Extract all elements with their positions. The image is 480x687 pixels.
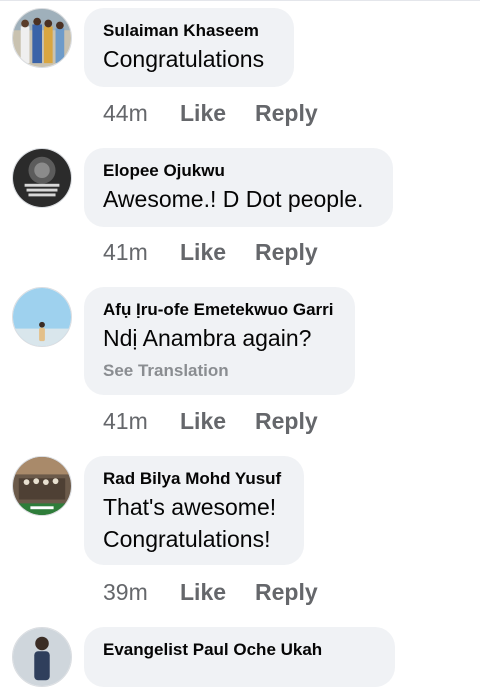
comment-timestamp[interactable]: 39m — [103, 577, 148, 607]
comment-bubble: Sulaiman Khaseem Congratulations — [84, 8, 294, 87]
avatar-person-icon — [13, 628, 71, 686]
avatar[interactable] — [12, 627, 72, 687]
avatar-ceremony-icon — [13, 457, 71, 515]
reply-button[interactable]: Reply — [255, 237, 318, 267]
comment-bubble: Elopee Ojukwu Awesome.! D Dot people. — [84, 148, 393, 227]
comment-author[interactable]: Evangelist Paul Oche Ukah — [103, 640, 375, 660]
see-translation-link[interactable]: See Translation — [103, 360, 335, 382]
comment-bubble: Evangelist Paul Oche Ukah — [84, 627, 395, 687]
comment-bubble: Afụ Ịru-ofe Emetekwuo Garri Ndị Anambra … — [84, 287, 355, 395]
avatar-sky-person-icon — [13, 288, 71, 346]
comment-timestamp[interactable]: 41m — [103, 237, 148, 267]
avatar-photo-group-icon — [13, 9, 71, 67]
avatar[interactable] — [12, 456, 72, 516]
comment-timestamp[interactable]: 41m — [103, 406, 148, 436]
like-button[interactable]: Like — [180, 406, 226, 436]
like-button[interactable]: Like — [180, 98, 226, 128]
comment-author[interactable]: Sulaiman Khaseem — [103, 21, 274, 41]
comment-text: Awesome.! D Dot people. — [103, 186, 364, 212]
comment-text: Ndị Anambra again? — [103, 325, 312, 351]
avatar[interactable] — [12, 8, 72, 68]
comment-author[interactable]: Elopee Ojukwu — [103, 161, 373, 181]
avatar-lion-poster-icon — [13, 149, 71, 207]
comment-bubble: Rad Bilya Mohd Yusuf That's awesome! Con… — [84, 456, 304, 565]
comment-author[interactable]: Afụ Ịru-ofe Emetekwuo Garri — [103, 300, 335, 320]
comment-text-line: That's awesome! — [103, 494, 277, 520]
like-button[interactable]: Like — [180, 577, 226, 607]
avatar[interactable] — [12, 148, 72, 208]
reply-button[interactable]: Reply — [255, 98, 318, 128]
reply-button[interactable]: Reply — [255, 577, 318, 607]
comment-text-line: Congratulations! — [103, 526, 271, 552]
comment-timestamp[interactable]: 44m — [103, 98, 148, 128]
comment-text: That's awesome! Congratulations! — [103, 491, 284, 555]
like-button[interactable]: Like — [180, 237, 226, 267]
reply-button[interactable]: Reply — [255, 406, 318, 436]
avatar[interactable] — [12, 287, 72, 347]
comment-author[interactable]: Rad Bilya Mohd Yusuf — [103, 469, 284, 489]
top-divider — [0, 0, 480, 1]
comment-text: Congratulations — [103, 46, 265, 72]
